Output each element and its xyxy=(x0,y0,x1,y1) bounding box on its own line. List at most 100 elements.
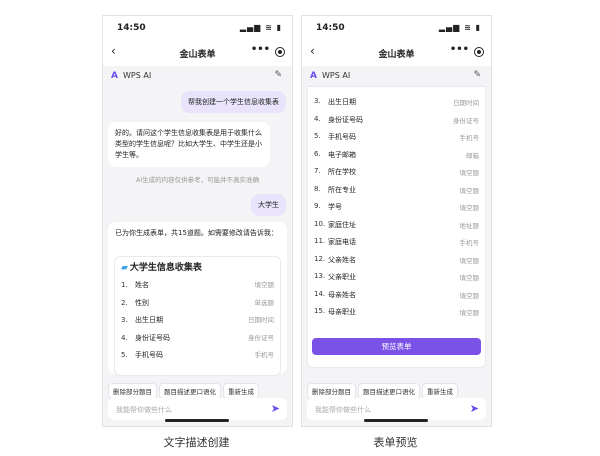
form-field-row[interactable]: 4. 身份证号码 身份证号 xyxy=(308,111,485,129)
field-label: 父亲姓名 xyxy=(328,255,356,264)
field-label: 母亲姓名 xyxy=(328,290,356,299)
field-type: 邮箱 xyxy=(466,151,479,160)
field-label: 电子邮箱 xyxy=(328,150,356,159)
ai-header: A WPS AI ✎ xyxy=(103,68,292,84)
field-label: 身份证号码 xyxy=(328,115,363,124)
form-field-row[interactable]: 8. 所在专业 填空题 xyxy=(308,181,485,199)
field-label: 姓名 xyxy=(135,281,149,289)
nav-bar: ‹ 金山表单 ••• xyxy=(103,40,292,66)
field-label: 母亲职业 xyxy=(328,308,356,316)
phone-screen-form-preview: 14:50 ▂▄▆ ≋ ▮ ‹ 金山表单 ••• A WPS AI ✎ 3. 出生… xyxy=(301,15,492,427)
status-icons: ▂▄▆ ≋ ▮ xyxy=(239,23,282,32)
preview-form-button[interactable]: 预览表单 xyxy=(312,338,481,355)
field-number: 7. xyxy=(314,167,321,175)
more-icon[interactable]: ••• xyxy=(251,44,270,55)
field-number: 12. xyxy=(314,254,326,263)
ai-message-form: 已为你生成表单，共15道题。如需要修改请告诉我： ▰ 大学生信息收集表 1. 姓名 填… xyxy=(108,222,287,376)
field-number: 11. xyxy=(314,237,326,245)
close-miniapp-icon[interactable] xyxy=(474,47,484,57)
field-number: 5. xyxy=(314,132,321,140)
ai-form-intro: 已为你生成表单，共15道题。如需要修改请告诉我： xyxy=(115,229,278,237)
wps-ai-logo-icon: A xyxy=(111,71,118,81)
nav-bar: ‹ 金山表单 ••• xyxy=(302,40,491,66)
field-label: 手机号码 xyxy=(328,133,356,141)
form-title: 大学生信息收集表 xyxy=(129,263,202,273)
field-type: 手机号 xyxy=(254,351,275,359)
chip-delete-questions[interactable]: 删除部分题目 xyxy=(108,383,157,399)
field-label: 家庭住址 xyxy=(328,220,356,229)
field-type: 身份证号 xyxy=(453,116,479,125)
form-field-row[interactable]: 4. 身份证号码 身份证号 xyxy=(115,329,280,347)
user-message: 帮我创建一个学生信息收集表 xyxy=(181,91,286,113)
form-field-row[interactable]: 1. 姓名 填空题 xyxy=(115,276,280,294)
suggestion-actions: 删除部分题目 题目描述更口语化 重新生成 xyxy=(108,379,287,399)
chat-input-placeholder: 我能帮你做些什么 xyxy=(116,406,172,414)
field-number: 3. xyxy=(314,97,321,105)
field-label: 身份证号码 xyxy=(135,333,170,342)
field-number: 14. xyxy=(314,289,326,298)
form-field-row[interactable]: 2. 性别 单选题 xyxy=(115,294,280,312)
field-number: 8. xyxy=(314,184,321,193)
new-chat-icon[interactable]: ✎ xyxy=(473,70,481,80)
field-type: 填空题 xyxy=(459,256,480,265)
form-field-row[interactable]: 14. 母亲姓名 填空题 xyxy=(308,286,485,304)
form-field-row[interactable]: 10. 家庭住址 地址题 xyxy=(308,216,485,234)
caption-form-preview: 表单预览 xyxy=(373,436,418,449)
chip-regenerate[interactable]: 重新生成 xyxy=(223,383,259,399)
field-type: 手机号 xyxy=(459,239,480,247)
form-field-row[interactable]: 5. 手机号码 手机号 xyxy=(308,128,485,146)
new-chat-icon[interactable]: ✎ xyxy=(274,70,282,80)
status-bar: 14:50 ▂▄▆ ≋ ▮ xyxy=(103,16,292,40)
chat-input[interactable]: 我能帮你做些什么 ➤ xyxy=(108,398,287,420)
field-type: 填空题 xyxy=(254,281,275,289)
ai-header: A WPS AI ✎ xyxy=(302,68,491,84)
field-type: 填空题 xyxy=(459,204,480,212)
send-icon[interactable]: ➤ xyxy=(470,402,479,415)
wps-ai-logo-icon: A xyxy=(310,71,317,81)
chip-colloquial[interactable]: 题目描述更口语化 xyxy=(159,383,221,399)
chip-regenerate[interactable]: 重新生成 xyxy=(422,383,458,399)
form-field-row[interactable]: 12. 父亲姓名 填空题 xyxy=(308,251,485,269)
field-number: 13. xyxy=(314,272,326,280)
status-bar: 14:50 ▂▄▆ ≋ ▮ xyxy=(302,16,491,40)
field-number: 15. xyxy=(314,307,326,315)
field-type: 填空题 xyxy=(459,309,480,317)
field-number: 10. xyxy=(314,219,326,228)
form-field-row[interactable]: 6. 电子邮箱 邮箱 xyxy=(308,146,485,164)
form-field-row[interactable]: 9. 学号 填空题 xyxy=(308,198,485,216)
field-number: 5. xyxy=(121,351,128,359)
form-field-row[interactable]: 15. 母亲职业 填空题 xyxy=(308,303,485,321)
form-card[interactable]: ▰ 大学生信息收集表 1. 姓名 填空题 2. 性别 单选题 3. 出生日期 日期时间 4. 身份证号… xyxy=(114,256,281,376)
form-field-row[interactable]: 13. 父亲职业 填空题 xyxy=(308,268,485,286)
status-time: 14:50 xyxy=(117,23,146,33)
phone-screen-text-create: 14:50 ▂▄▆ ≋ ▮ ‹ 金山表单 ••• A WPS AI ✎ 帮我创建… xyxy=(102,15,293,427)
field-label: 出生日期 xyxy=(135,316,163,324)
form-field-row[interactable]: 7. 所在学校 填空题 xyxy=(308,163,485,181)
chip-delete-questions[interactable]: 删除部分题目 xyxy=(307,383,356,399)
more-icon[interactable]: ••• xyxy=(450,44,469,55)
chat-input[interactable]: 我能帮你做些什么 ➤ xyxy=(307,398,486,420)
chip-colloquial[interactable]: 题目描述更口语化 xyxy=(358,383,420,399)
caption-text-create: 文字描述创建 xyxy=(163,436,230,449)
field-number: 9. xyxy=(314,202,321,210)
field-type: 身份证号 xyxy=(248,333,274,342)
form-icon: ▰ xyxy=(121,263,128,273)
form-field-row[interactable]: 3. 出生日期 日期时间 xyxy=(308,93,485,111)
form-field-row[interactable]: 5. 手机号码 手机号 xyxy=(115,346,280,364)
form-field-list: 1. 姓名 填空题 2. 性别 单选题 3. 出生日期 日期时间 4. 身份证号码 身份证号 5. 手机号… xyxy=(115,276,280,364)
field-type: 日期时间 xyxy=(248,316,274,324)
form-field-row[interactable]: 3. 出生日期 日期时间 xyxy=(115,311,280,329)
send-icon[interactable]: ➤ xyxy=(271,402,280,415)
close-miniapp-icon[interactable] xyxy=(275,47,285,57)
chat-input-placeholder: 我能帮你做些什么 xyxy=(315,406,371,414)
field-number: 1. xyxy=(121,281,128,289)
field-label: 所在学校 xyxy=(328,168,356,176)
field-type: 填空题 xyxy=(459,274,480,282)
form-field-row[interactable]: 11. 家庭电话 手机号 xyxy=(308,233,485,251)
field-label: 出生日期 xyxy=(328,98,356,106)
field-label: 手机号码 xyxy=(135,351,163,359)
field-number: 2. xyxy=(121,298,128,307)
home-indicator xyxy=(364,419,428,422)
ai-name: WPS AI xyxy=(322,71,351,80)
field-type: 地址题 xyxy=(459,221,480,230)
